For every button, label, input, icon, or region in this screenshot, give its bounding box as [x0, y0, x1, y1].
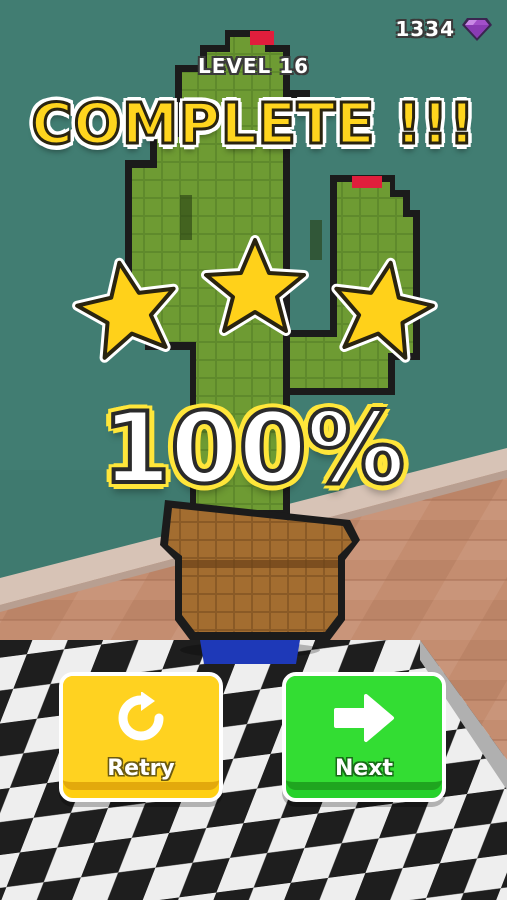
gem-icon: [462, 18, 492, 41]
gem-counter: 1334: [395, 16, 493, 42]
next-label: Next: [334, 756, 394, 781]
next-button[interactable]: Next: [282, 672, 446, 802]
level-label: LEVEL 16: [197, 54, 310, 78]
complete-title: COMPLETE !!!: [30, 91, 476, 159]
star-icon-1: [72, 257, 179, 363]
star-rating: [72, 235, 438, 363]
refresh-icon: [63, 692, 219, 744]
star-icon-3: [331, 257, 438, 363]
retry-label: Retry: [107, 756, 175, 781]
arrow-right-icon: [286, 692, 442, 744]
retry-button[interactable]: Retry: [59, 672, 223, 802]
gem-count: 1334: [395, 17, 455, 41]
star-icon-2: [201, 235, 309, 336]
completion-percent: 100%: [100, 390, 407, 508]
